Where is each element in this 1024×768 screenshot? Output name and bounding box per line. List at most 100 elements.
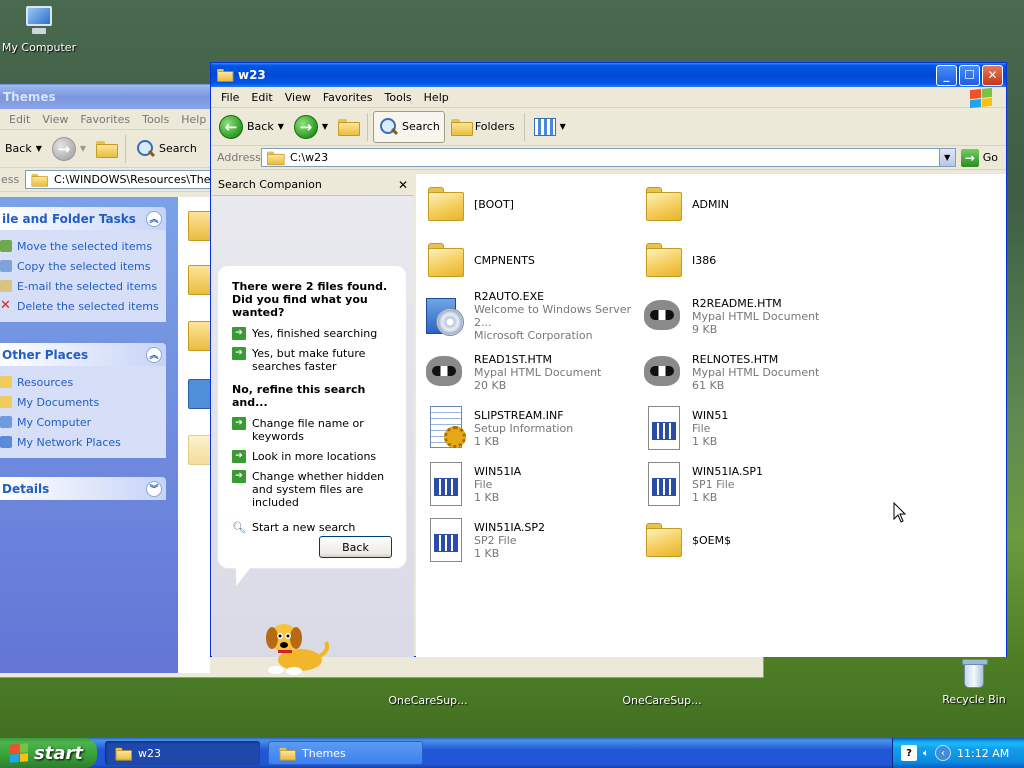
desktop-icon-label: OneCareSup... xyxy=(388,694,468,707)
file-item[interactable]: WIN51 File 1 KB xyxy=(638,404,853,452)
up-folder-button[interactable] xyxy=(92,133,120,165)
search-back-button[interactable]: Back xyxy=(319,536,392,558)
file-icon xyxy=(188,379,212,409)
expand-chevron-icon[interactable]: ︾ xyxy=(146,480,162,497)
help-icon[interactable]: ? xyxy=(901,745,917,761)
file-item[interactable]: R2README.HTM Mypal HTML Document 9 KB xyxy=(638,292,853,340)
start-button[interactable]: start xyxy=(0,738,97,768)
folder-icon xyxy=(0,376,12,388)
file-folder-tasks-header[interactable]: ile and Folder Tasks ︽ xyxy=(0,207,166,230)
menu-favorites[interactable]: Favorites xyxy=(74,113,136,126)
task-copy[interactable]: Copy the selected items xyxy=(0,256,162,276)
file-name: SLIPSTREAM.INF xyxy=(474,408,564,422)
dropdown-arrow-icon[interactable]: ▼ xyxy=(278,122,284,131)
file-item[interactable]: WIN51IA.SP2 SP2 File 1 KB xyxy=(420,516,635,564)
w23-window[interactable]: w23 _ ☐ ✕ File Edit View Favorites Tools… xyxy=(210,62,1007,675)
place-my-network[interactable]: My Network Places xyxy=(0,432,162,452)
copy-icon xyxy=(0,260,12,272)
desktop-icon-my-computer[interactable]: My Computer xyxy=(0,4,84,54)
menu-edit[interactable]: Edit xyxy=(3,113,36,126)
search-dog-icon[interactable] xyxy=(260,614,330,676)
file-item[interactable]: RELNOTES.HTM Mypal HTML Document 61 KB xyxy=(638,348,853,396)
file-icon xyxy=(638,460,686,508)
desktop-icon-recycle-bin[interactable]: Recycle Bin xyxy=(929,656,1019,706)
option-change-name[interactable]: ➔ Change file name or keywords xyxy=(232,417,396,443)
task-email[interactable]: E-mail the selected items xyxy=(0,276,162,296)
windows-logo-icon xyxy=(970,87,992,109)
close-pane-icon[interactable]: ✕ xyxy=(398,178,408,192)
file-item[interactable]: WIN51IA File 1 KB xyxy=(420,460,635,508)
menu-file[interactable]: File xyxy=(215,91,245,104)
file-item[interactable]: SLIPSTREAM.INF Setup Information 1 KB xyxy=(420,404,635,452)
folder-icon xyxy=(188,321,212,351)
file-item[interactable]: I386 xyxy=(638,236,853,284)
file-item[interactable]: [BOOT] xyxy=(420,180,635,228)
address-field[interactable]: C:\w23 ▼ xyxy=(261,148,956,167)
other-places-panel: Other Places ︽ Resources My Documents My… xyxy=(0,343,166,458)
menu-view[interactable]: View xyxy=(279,91,317,104)
file-name: READ1ST.HTM xyxy=(474,352,552,366)
clock[interactable]: 11:12 AM xyxy=(957,747,1009,760)
other-places-header[interactable]: Other Places ︽ xyxy=(0,343,166,366)
back-button[interactable]: ← Back ▼ xyxy=(215,111,288,143)
file-size: 1 KB xyxy=(474,490,500,504)
menu-help[interactable]: Help xyxy=(418,91,455,104)
taskbar-button-w23[interactable]: w23 xyxy=(105,741,260,765)
my-computer-icon xyxy=(0,416,12,428)
close-button[interactable]: ✕ xyxy=(982,64,1003,86)
address-dropdown-button[interactable]: ▼ xyxy=(938,149,955,166)
details-header[interactable]: Details ︾ xyxy=(0,477,166,500)
file-icon xyxy=(420,460,468,508)
file-item[interactable]: WIN51IA.SP1 SP1 File 1 KB xyxy=(638,460,853,508)
menu-tools[interactable]: Tools xyxy=(136,113,175,126)
file-item[interactable]: ADMIN xyxy=(638,180,853,228)
menu-favorites[interactable]: Favorites xyxy=(317,91,379,104)
forward-button[interactable]: → ▼ xyxy=(48,133,90,165)
menu-help[interactable]: Help xyxy=(175,113,212,126)
views-button[interactable]: ▼ xyxy=(530,111,570,143)
minimize-button[interactable]: _ xyxy=(936,64,957,86)
file-item[interactable]: READ1ST.HTM Mypal HTML Document 20 KB xyxy=(420,348,635,396)
dropdown-arrow-icon[interactable]: ▼ xyxy=(322,122,328,131)
search-button[interactable]: Search xyxy=(373,110,445,143)
menu-tools[interactable]: Tools xyxy=(379,91,418,104)
menu-edit[interactable]: Edit xyxy=(245,91,278,104)
desktop-icon-label: My Computer xyxy=(1,41,77,54)
desktop-icon-onecare-1[interactable]: OneCareSup... xyxy=(383,694,473,707)
desktop-icon-onecare-2[interactable]: OneCareSup... xyxy=(617,694,707,707)
place-resources[interactable]: Resources xyxy=(0,372,162,392)
place-my-computer[interactable]: My Computer xyxy=(0,412,162,432)
option-hidden-files[interactable]: ➔ Change whether hidden and system files … xyxy=(232,470,396,509)
email-icon xyxy=(0,280,12,292)
file-item[interactable]: CMPNENTS xyxy=(420,236,635,284)
show-hidden-icons-icon[interactable]: ‹ xyxy=(935,745,951,761)
file-type: Mypal HTML Document xyxy=(692,365,820,379)
option-new-search[interactable]: 🔍︎ Start a new search xyxy=(232,521,396,534)
folders-button[interactable]: Folders xyxy=(447,111,519,143)
option-finished[interactable]: ➔ Yes, finished searching xyxy=(232,327,396,340)
speaker-icon[interactable]: 🔈︎ xyxy=(923,748,929,759)
up-folder-button[interactable] xyxy=(334,111,362,143)
maximize-button[interactable]: ☐ xyxy=(959,64,980,86)
folder-icon xyxy=(188,265,212,295)
taskbar-button-themes[interactable]: Themes xyxy=(268,741,423,765)
place-my-documents[interactable]: My Documents xyxy=(0,392,162,412)
search-button[interactable]: Search xyxy=(131,133,201,165)
file-item[interactable]: $OEM$ xyxy=(638,516,853,564)
search-icon: 🔍︎ xyxy=(232,521,246,534)
option-more-locations[interactable]: ➔ Look in more locations xyxy=(232,450,396,463)
option-faster[interactable]: ➔ Yes, but make future searches faster xyxy=(232,347,396,373)
menu-view[interactable]: View xyxy=(36,113,74,126)
details-panel: Details ︾ xyxy=(0,477,166,500)
task-delete[interactable]: ✕ Delete the selected items xyxy=(0,296,162,316)
w23-titlebar[interactable]: w23 _ ☐ ✕ xyxy=(211,63,1006,87)
file-item[interactable]: R2AUTO.EXE Welcome to Windows Server 2..… xyxy=(420,290,635,342)
task-move[interactable]: Move the selected items xyxy=(0,236,162,256)
go-arrow-icon: → xyxy=(960,148,979,167)
collapse-chevron-icon[interactable]: ︽ xyxy=(146,210,162,227)
go-button[interactable]: → Go xyxy=(956,148,1006,167)
toolbar-separator xyxy=(125,134,127,163)
back-button[interactable]: Back ▼ xyxy=(1,133,46,165)
forward-button[interactable]: → ▼ xyxy=(290,111,332,143)
collapse-chevron-icon[interactable]: ︽ xyxy=(146,346,162,363)
